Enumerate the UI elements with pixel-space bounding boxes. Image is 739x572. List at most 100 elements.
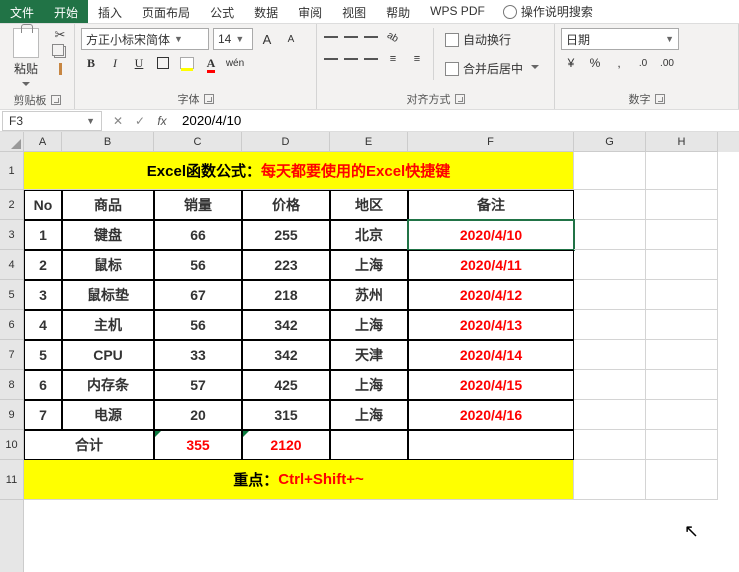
formula-input[interactable] [176, 111, 739, 130]
cell-note[interactable]: 2020/4/12 [408, 280, 574, 310]
grow-font-button[interactable]: A [257, 30, 277, 48]
copy-button[interactable] [52, 45, 68, 59]
row-header[interactable]: 10 [0, 430, 23, 460]
header-sales[interactable]: 销量 [154, 190, 242, 220]
orientation-button[interactable]: ab [383, 28, 403, 46]
cell-no[interactable]: 6 [24, 370, 62, 400]
cell-note[interactable]: 2020/4/14 [408, 340, 574, 370]
cell-note[interactable]: 2020/4/16 [408, 400, 574, 430]
border-button[interactable] [153, 54, 173, 72]
cell[interactable] [574, 152, 646, 190]
paste-button[interactable]: 粘贴 [6, 28, 46, 90]
cell-region[interactable]: 苏州 [330, 280, 408, 310]
cancel-formula-button[interactable]: ✕ [108, 114, 128, 128]
merge-center-button[interactable]: 合并后居中 [440, 57, 544, 80]
decrease-indent-button[interactable]: ≡ [383, 50, 403, 68]
cell[interactable] [646, 280, 718, 310]
format-painter-button[interactable] [52, 62, 68, 76]
footer-cell[interactable]: 重点：Ctrl+Shift+~ [24, 460, 574, 500]
cell[interactable] [646, 370, 718, 400]
row-header[interactable]: 11 [0, 460, 23, 500]
increase-indent-button[interactable]: ≡ [407, 50, 427, 68]
align-center-button[interactable] [343, 52, 359, 66]
comma-button[interactable]: , [609, 54, 629, 72]
cell-sales[interactable]: 66 [154, 220, 242, 250]
tab-insert[interactable]: 插入 [88, 0, 132, 23]
phonetic-button[interactable]: wén [225, 54, 245, 72]
tab-view[interactable]: 视图 [332, 0, 376, 23]
cell[interactable] [646, 430, 718, 460]
align-left-button[interactable] [323, 52, 339, 66]
cell[interactable] [646, 310, 718, 340]
decrease-decimal-button[interactable]: .00 [657, 54, 677, 72]
cell-no[interactable]: 2 [24, 250, 62, 280]
tab-data[interactable]: 数据 [244, 0, 288, 23]
align-middle-button[interactable] [343, 30, 359, 44]
totals-label[interactable]: 合计 [24, 430, 154, 460]
tell-me[interactable]: 操作说明搜索 [495, 0, 601, 23]
cell[interactable] [646, 400, 718, 430]
row-header[interactable]: 2 [0, 190, 23, 220]
font-size-combo[interactable]: 14▼ [213, 28, 253, 50]
cell-region[interactable]: 天津 [330, 340, 408, 370]
cell-product[interactable]: 键盘 [62, 220, 154, 250]
cell[interactable] [330, 430, 408, 460]
cell[interactable] [646, 250, 718, 280]
cell[interactable] [574, 220, 646, 250]
cell-price[interactable]: 342 [242, 340, 330, 370]
font-color-button[interactable]: A [201, 54, 221, 72]
header-no[interactable]: No [24, 190, 62, 220]
row-header[interactable]: 9 [0, 400, 23, 430]
cell[interactable] [574, 310, 646, 340]
tab-wps-pdf[interactable]: WPS PDF [420, 0, 495, 23]
cell-price[interactable]: 255 [242, 220, 330, 250]
underline-button[interactable]: U [129, 54, 149, 72]
cell-sales[interactable]: 56 [154, 310, 242, 340]
cell[interactable] [574, 250, 646, 280]
cell-sales[interactable]: 67 [154, 280, 242, 310]
cell-region[interactable]: 上海 [330, 400, 408, 430]
header-product[interactable]: 商品 [62, 190, 154, 220]
col-header[interactable]: G [574, 132, 646, 152]
cell[interactable] [646, 460, 718, 500]
cell-sales[interactable]: 57 [154, 370, 242, 400]
tab-help[interactable]: 帮助 [376, 0, 420, 23]
accept-formula-button[interactable]: ✓ [130, 114, 150, 128]
cell-price[interactable]: 425 [242, 370, 330, 400]
cell-region[interactable]: 上海 [330, 310, 408, 340]
cell-note[interactable]: 2020/4/13 [408, 310, 574, 340]
cell-region[interactable]: 上海 [330, 250, 408, 280]
cut-button[interactable]: ✂ [52, 28, 68, 42]
header-region[interactable]: 地区 [330, 190, 408, 220]
font-dialog-launcher[interactable] [204, 94, 214, 104]
percent-button[interactable]: % [585, 54, 605, 72]
cell-price[interactable]: 218 [242, 280, 330, 310]
cell-product[interactable]: CPU [62, 340, 154, 370]
header-note[interactable]: 备注 [408, 190, 574, 220]
align-top-button[interactable] [323, 30, 339, 44]
cell-product[interactable]: 电源 [62, 400, 154, 430]
col-header[interactable]: D [242, 132, 330, 152]
cell[interactable] [574, 460, 646, 500]
select-all-corner[interactable] [0, 132, 23, 152]
cell[interactable] [646, 152, 718, 190]
cell-no[interactable]: 7 [24, 400, 62, 430]
totals-sales[interactable]: 355 [154, 430, 242, 460]
clipboard-dialog-launcher[interactable] [51, 95, 61, 105]
header-price[interactable]: 价格 [242, 190, 330, 220]
number-format-combo[interactable]: 日期▼ [561, 28, 679, 50]
cell-note-selected[interactable]: 2020/4/10 [408, 220, 574, 250]
increase-decimal-button[interactable]: .0 [633, 54, 653, 72]
col-header[interactable]: E [330, 132, 408, 152]
tab-file[interactable]: 文件 [0, 0, 44, 23]
cell-price[interactable]: 342 [242, 310, 330, 340]
totals-price[interactable]: 2120 [242, 430, 330, 460]
cell[interactable] [574, 430, 646, 460]
row-header[interactable]: 5 [0, 280, 23, 310]
align-right-button[interactable] [363, 52, 379, 66]
cell[interactable] [574, 340, 646, 370]
tab-review[interactable]: 审阅 [288, 0, 332, 23]
cell-no[interactable]: 4 [24, 310, 62, 340]
name-box[interactable]: F3▼ [2, 111, 102, 131]
bold-button[interactable]: B [81, 54, 101, 72]
